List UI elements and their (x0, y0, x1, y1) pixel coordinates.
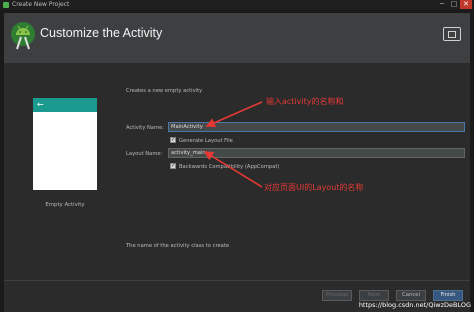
footer-divider (4, 280, 470, 281)
previous-button[interactable]: Previous (322, 290, 352, 301)
activity-name-label: Activity Name: (126, 125, 165, 131)
watermark: https://blog.csdn.net/QiwzDeBLOG (358, 301, 471, 309)
page-title: Customize the Activity (40, 26, 163, 40)
wizard-content: ← Empty Activity Creates a new empty act… (4, 63, 470, 312)
next-button[interactable]: Next (359, 290, 389, 301)
window-titlebar: Create New Project ─ □ ✕ (0, 0, 474, 10)
minimize-button[interactable]: ─ (436, 0, 448, 9)
activity-name-input[interactable] (168, 122, 465, 132)
form-description: Creates a new empty activity (126, 88, 203, 94)
wizard-header: Customize the Activity (4, 13, 470, 63)
app-icon (3, 2, 9, 8)
window-title: Create New Project (12, 1, 70, 8)
android-studio-icon (11, 22, 35, 50)
help-text: The name of the activity class to create (126, 243, 230, 249)
finish-button[interactable]: Finish (433, 290, 463, 301)
preview-toolbar: ← (33, 98, 97, 112)
layout-name-input[interactable] (168, 148, 465, 158)
window-controls: ─ □ ✕ (436, 0, 472, 10)
generate-layout-checkbox[interactable]: ✓ (170, 137, 176, 143)
template-name: Empty Activity (45, 202, 85, 208)
annotation-top: 输入activity的名称和 (266, 97, 344, 106)
annotation-bottom: 对应页面UI的Layout的名称 (264, 183, 364, 192)
close-button[interactable]: ✕ (460, 0, 472, 9)
maximize-button[interactable]: □ (448, 0, 460, 9)
backwards-compat-label: Backwards Compatibility (AppCompat) (179, 164, 280, 170)
layout-name-label: Layout Name: (126, 151, 163, 157)
device-tablet-icon (443, 27, 461, 41)
template-preview[interactable]: ← (33, 98, 97, 190)
generate-layout-label: Generate Layout File (179, 138, 233, 144)
cancel-button[interactable]: Cancel (396, 290, 426, 301)
back-arrow-icon: ← (37, 100, 44, 109)
backwards-compat-checkbox[interactable]: ✓ (170, 163, 176, 169)
